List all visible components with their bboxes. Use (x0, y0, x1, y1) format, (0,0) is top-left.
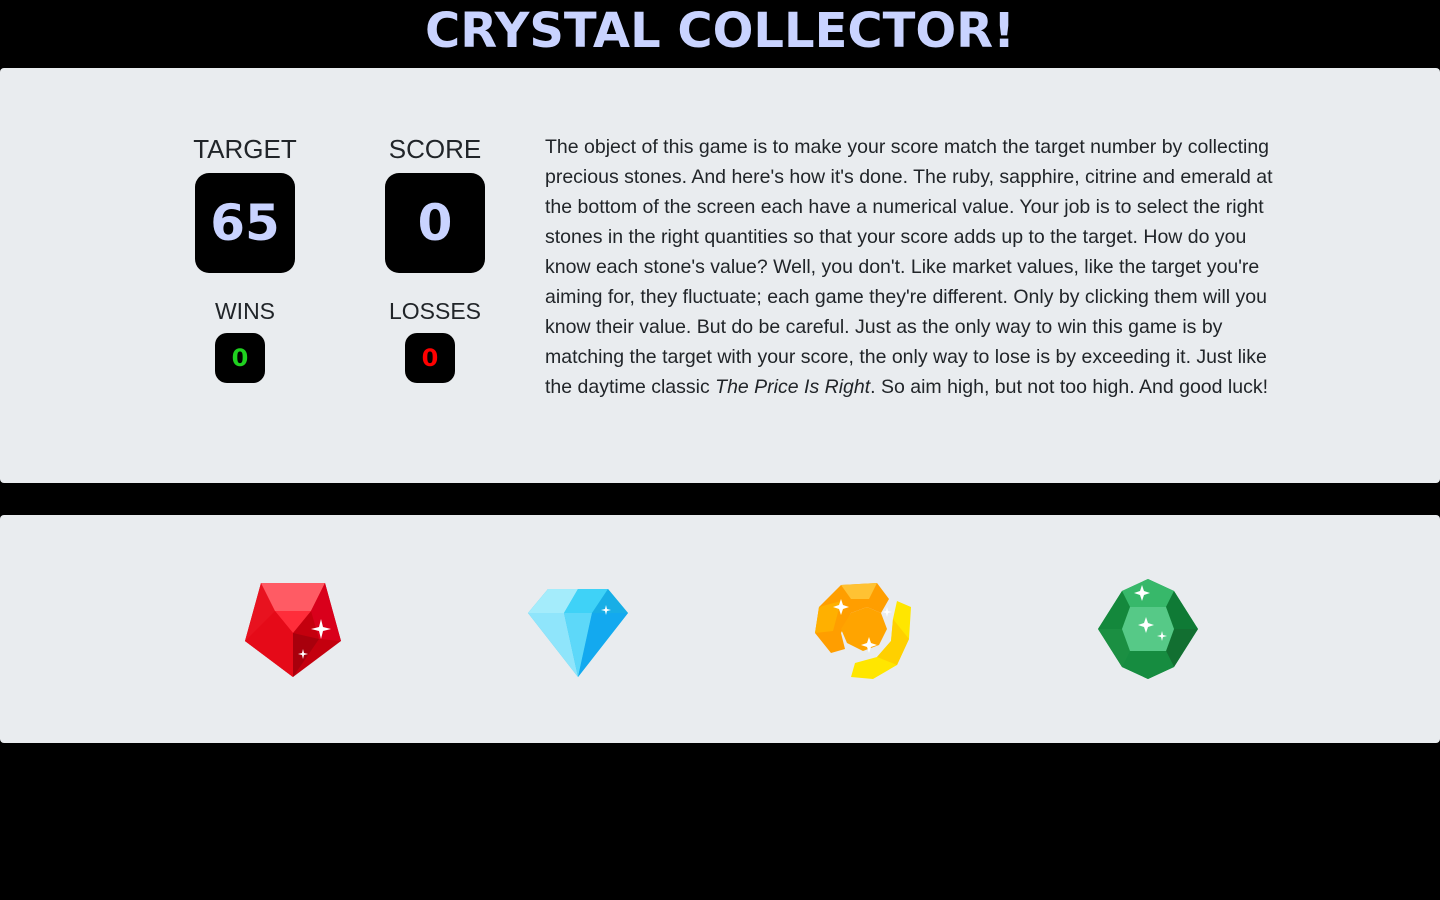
info-panel: TARGET 65 SCORE 0 WINS 0 LOSSES 0 The ob… (0, 68, 1440, 483)
instructions-text-emphasis: The Price Is Right (715, 376, 871, 398)
ruby-icon (245, 583, 341, 677)
instructions-text-before: The object of this game is to make your … (545, 136, 1273, 398)
crystals-panel (0, 515, 1440, 743)
sapphire-button[interactable] (526, 577, 630, 681)
sapphire-icon (528, 589, 628, 677)
citrine-icon (815, 583, 911, 679)
citrine-button[interactable] (811, 577, 915, 681)
instructions-text: The object of this game is to make your … (545, 132, 1275, 402)
emerald-button[interactable] (1096, 577, 1200, 681)
losses-label: LOSSES (388, 298, 482, 324)
emerald-icon (1098, 579, 1198, 679)
losses-value-box: 0 (405, 333, 455, 383)
target-label: TARGET (193, 134, 297, 164)
target-value-box: 65 (195, 173, 295, 273)
instructions-text-after: . So aim high, but not too high. And goo… (870, 376, 1268, 398)
game-title: CRYSTAL COLLECTOR! (425, 3, 1015, 59)
wins-value-box: 0 (215, 333, 265, 383)
wins-label: WINS (214, 298, 276, 324)
score-label: SCORE (388, 134, 482, 164)
ruby-button[interactable] (241, 577, 345, 681)
score-value-box: 0 (385, 173, 485, 273)
